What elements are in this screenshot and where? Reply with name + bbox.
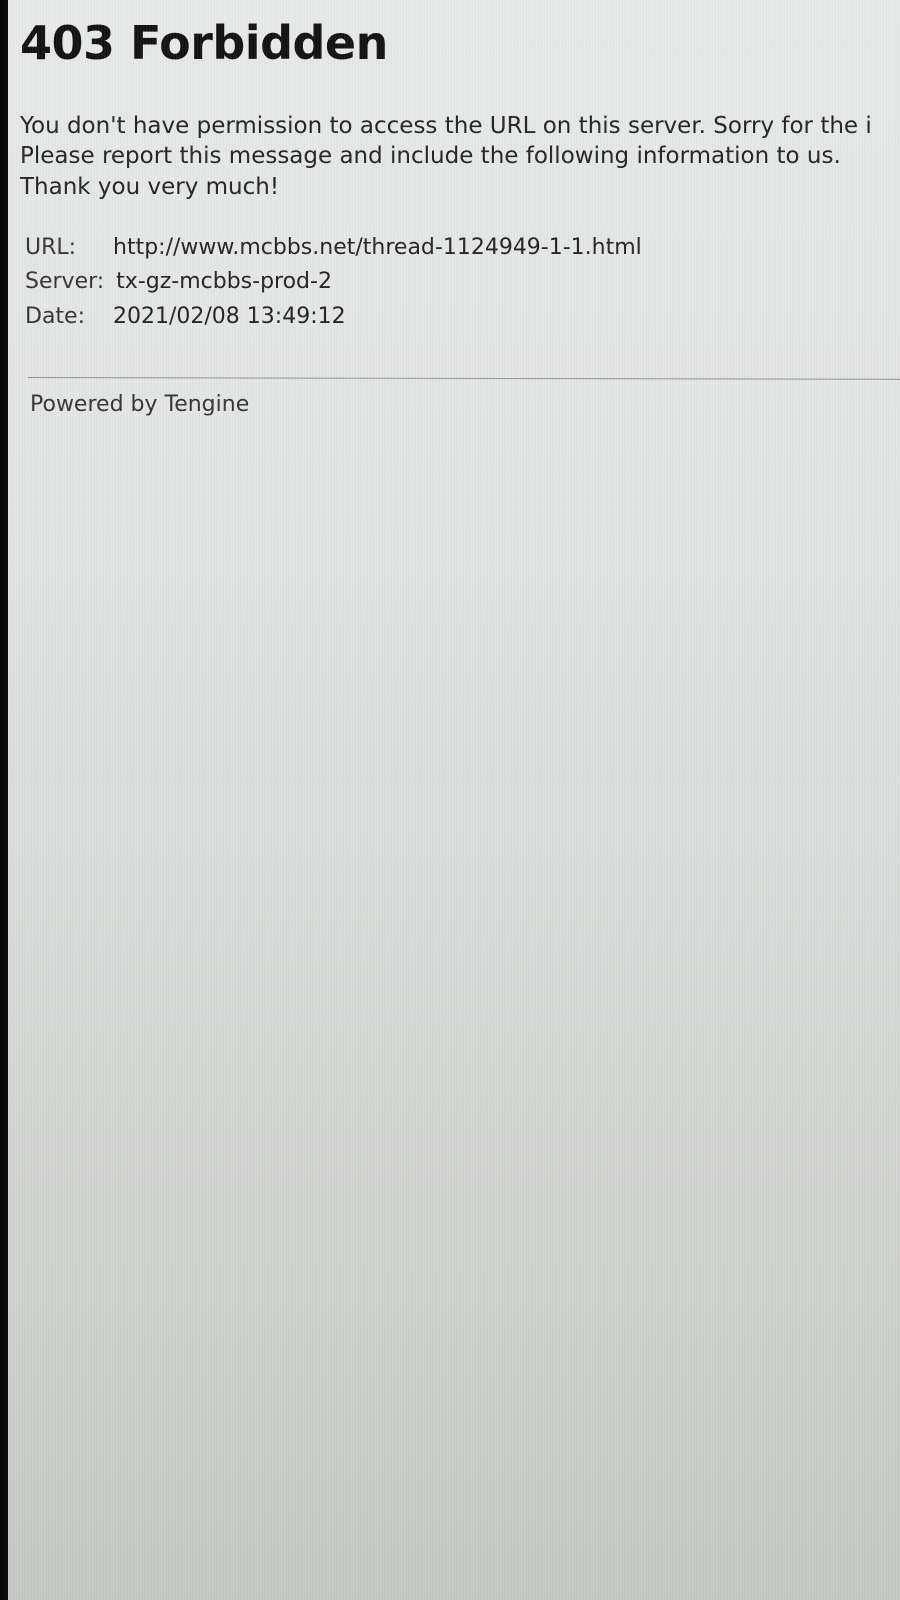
error-page: 403 Forbidden You don't have permission … — [20, 18, 900, 334]
error-message: You don't have permission to access the … — [20, 111, 900, 203]
error-details: URL: http://www.mcbbs.net/thread-1124949… — [25, 231, 900, 334]
url-detail-row: URL: http://www.mcbbs.net/thread-1124949… — [25, 231, 900, 265]
server-detail-row: Server: tx-gz-mcbbs-prod-2 — [25, 265, 900, 299]
page-title: 403 Forbidden — [20, 16, 388, 70]
url-value: http://www.mcbbs.net/thread-1124949-1-1.… — [113, 235, 642, 261]
message-line: Please report this message and include t… — [20, 143, 841, 170]
date-detail-row: Date: 2021/02/08 13:49:12 — [25, 300, 900, 334]
server-value: tx-gz-mcbbs-prod-2 — [116, 269, 332, 295]
message-line: Thank you very much! — [20, 174, 280, 201]
url-label: URL: — [25, 235, 77, 261]
message-line: You don't have permission to access the … — [20, 112, 872, 139]
horizontal-divider — [27, 377, 900, 380]
browser-viewport: 403 Forbidden You don't have permission … — [8, 0, 900, 1600]
server-label: Server: — [25, 269, 105, 295]
powered-by-footer: Powered by Tengine — [30, 392, 250, 417]
date-value: 2021/02/08 13:49:12 — [113, 303, 346, 329]
date-label: Date: — [25, 303, 85, 329]
